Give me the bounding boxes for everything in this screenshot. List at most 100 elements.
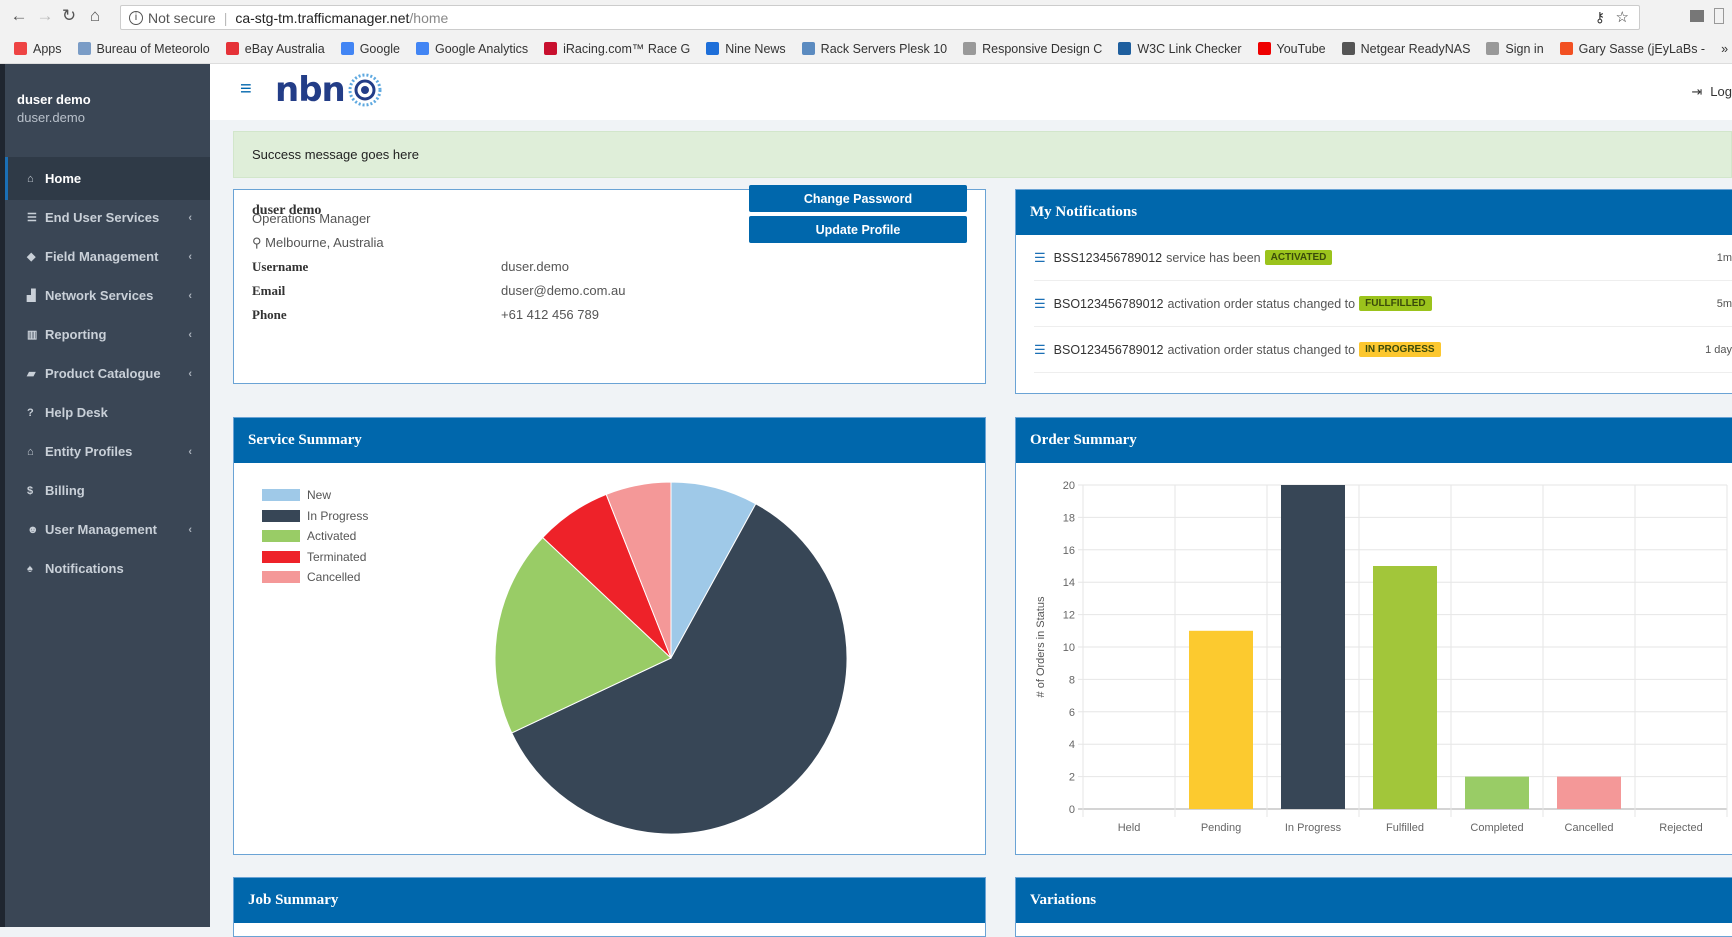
notifications-title: My Notifications — [1016, 190, 1732, 235]
bookmark-item[interactable]: iRacing.com™ Race G — [544, 42, 690, 56]
y-tick-label: 6 — [1069, 707, 1075, 719]
star-icon[interactable]: ☆ — [1616, 8, 1629, 26]
bar-fulfilled[interactable] — [1373, 566, 1437, 809]
bookmark-item[interactable]: Gary Sasse (jEyLaBs - — [1559, 42, 1705, 56]
email-value: duser@demo.com.au — [501, 283, 626, 298]
order-bar-chart: 0 2 4 6 8 10 12 14 16 18 20 Held Pending In Progress F… — [1035, 480, 1728, 834]
bookmark-item[interactable]: YouTube — [1257, 42, 1326, 56]
address-bar[interactable]: i Not secure | ca-stg-tm.trafficmanager.… — [120, 5, 1640, 30]
sidebar-user-login: duser.demo — [17, 110, 85, 125]
sidebar-item-label: Entity Profiles — [45, 444, 133, 459]
status-badge: IN PROGRESS — [1359, 342, 1441, 357]
logout-link[interactable]: ⇥ Log — [1691, 84, 1732, 100]
chevron-left-icon: ‹ — [188, 328, 192, 341]
sidebar-item-network-services[interactable]: ▟ Network Services ‹ — [5, 274, 210, 317]
success-alert: Success message goes here — [233, 131, 1732, 178]
y-tick-label: 0 — [1069, 804, 1075, 816]
update-profile-button[interactable]: Update Profile — [749, 216, 967, 243]
key-icon[interactable]: ⚷ — [1595, 9, 1605, 26]
change-password-button[interactable]: Change Password — [749, 185, 967, 212]
sidebar-item-field-management[interactable]: ◆ Field Management ‹ — [5, 235, 210, 278]
signal-icon: ▟ — [27, 290, 36, 302]
y-tick-label: 8 — [1069, 674, 1075, 686]
sidebar-item-home[interactable]: ⌂ Home — [5, 157, 210, 200]
sidebar-item-notifications[interactable]: ♠ Notifications — [5, 547, 210, 590]
notification-id: BSS123456789012 — [1053, 250, 1163, 265]
sidebar-item-label: Home — [45, 171, 82, 186]
dollar-icon: $ — [27, 484, 34, 497]
shopping-bag-icon — [225, 42, 239, 55]
bar-cancelled[interactable] — [1557, 776, 1621, 809]
bookmark-item[interactable]: Netgear ReadyNAS — [1341, 41, 1471, 56]
bookmark-label: Sign in — [1505, 41, 1544, 56]
notification-text: activation order status changed to — [1167, 342, 1356, 357]
bookmarks-overflow-button[interactable]: » — [1721, 42, 1728, 56]
username-label: Username — [252, 259, 309, 274]
bookmark-item[interactable]: Sign in — [1486, 41, 1544, 56]
sidebar-item-end-user-services[interactable]: ☰ End User Services ‹ — [5, 196, 210, 239]
back-icon[interactable]: ← — [8, 6, 30, 26]
notification-time: 5m — [1716, 297, 1732, 310]
bookmark-item[interactable]: Rack Servers Plesk 10 — [801, 41, 948, 56]
bookmark-label: eBay Australia — [244, 41, 325, 56]
forward-icon[interactable]: → — [34, 6, 56, 26]
bookmark-item[interactable]: W3C Link Checker — [1118, 42, 1242, 56]
sidebar-item-product-catalogue[interactable]: ▰ Product Catalogue ‹ — [5, 352, 210, 395]
bar-in-progress[interactable] — [1281, 485, 1345, 809]
bookmark-label: Google — [359, 41, 400, 56]
bookmark-item[interactable]: Google — [340, 41, 400, 56]
bar-pending[interactable] — [1189, 630, 1253, 809]
sidebar-item-label: User Management — [45, 522, 157, 537]
menu-toggle-icon[interactable]: ≡ — [240, 78, 252, 101]
bookmark-label: Rack Servers Plesk 10 — [820, 41, 948, 56]
apps-grid-icon — [14, 42, 27, 55]
x-tick-label: Rejected — [1659, 822, 1702, 834]
tag-icon: ◆ — [27, 251, 36, 263]
bookmark-label: Netgear ReadyNAS — [1360, 41, 1471, 56]
security-label: Not secure — [148, 9, 216, 26]
extension-icon[interactable] — [1714, 8, 1724, 24]
bookmark-item[interactable]: Google Analytics — [416, 42, 528, 56]
username-value: duser.demo — [501, 259, 569, 274]
notification-item[interactable]: ☰ BSO123456789012 activation order status … — [1034, 281, 1732, 327]
sidebar-item-reporting[interactable]: ▥ Reporting ‹ — [5, 313, 210, 356]
y-tick-label: 12 — [1063, 610, 1075, 622]
home-icon[interactable]: ⌂ — [84, 6, 106, 26]
logout-icon: ⇥ — [1691, 84, 1703, 99]
sidebar-item-entity-profiles[interactable]: ⌂ Entity Profiles ‹ — [5, 430, 210, 473]
bookmark-item[interactable]: Apps — [14, 42, 62, 56]
bookmark-item[interactable]: Nine News — [706, 42, 786, 56]
bar-chart-icon: ▥ — [27, 329, 38, 341]
url-separator: | — [223, 9, 228, 26]
variations-panel: Variations — [1015, 877, 1732, 937]
sidebar-item-billing[interactable]: $ Billing — [5, 469, 210, 512]
chevron-left-icon: ‹ — [188, 445, 192, 458]
chevron-left-icon: ‹ — [188, 367, 192, 380]
sidebar-item-label: Product Catalogue — [45, 366, 161, 381]
y-axis-label: # of Orders in Status — [1035, 596, 1047, 697]
bookmark-item[interactable]: Bureau of Meteorolo — [77, 42, 210, 56]
microsoft-icon — [1559, 42, 1573, 55]
chevron-left-icon: ‹ — [188, 211, 192, 224]
x-tick-label: Fulfilled — [1386, 822, 1424, 834]
bookmark-label: Apps — [33, 41, 62, 56]
google-icon — [416, 42, 429, 55]
google-icon — [340, 42, 354, 55]
list-icon: ☰ — [1034, 341, 1046, 357]
bookmark-item[interactable]: Responsive Design C — [963, 42, 1102, 56]
info-icon[interactable]: i — [129, 10, 143, 25]
extension-icon[interactable] — [1690, 10, 1704, 22]
notification-item[interactable]: ☰ BSO123456789012 activation order status … — [1034, 327, 1732, 373]
plesk-icon — [801, 42, 815, 55]
email-label: Email — [252, 283, 286, 298]
notification-id: BSO123456789012 — [1053, 342, 1164, 357]
reload-icon[interactable]: ↻ — [58, 6, 80, 26]
notification-item[interactable]: ☰ BSS123456789012 service has been ACTIVATE… — [1034, 235, 1732, 281]
sidebar-user-name: duser demo — [17, 92, 91, 107]
x-tick-label: In Progress — [1285, 822, 1342, 834]
bookmark-item[interactable]: eBay Australia — [225, 41, 325, 56]
sidebar-item-help-desk[interactable]: ? Help Desk — [5, 391, 210, 434]
phone-label: Phone — [252, 307, 287, 322]
bar-completed[interactable] — [1465, 776, 1529, 809]
sidebar-item-user-management[interactable]: ☻ User Management ‹ — [5, 508, 210, 551]
